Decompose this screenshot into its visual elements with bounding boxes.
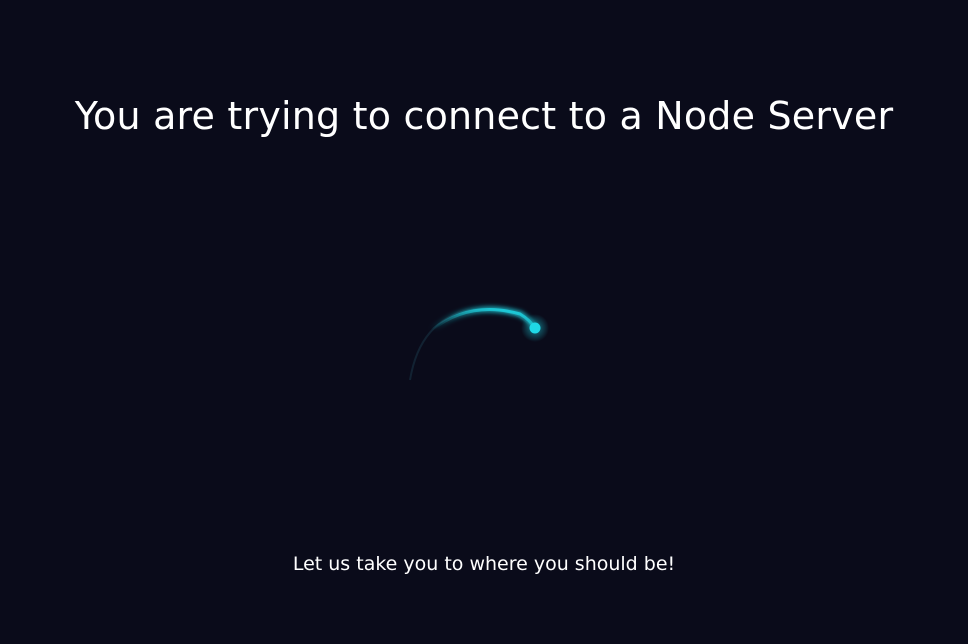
redirect-message: Let us take you to where you should be! — [292, 553, 676, 575]
spinner-trail — [409, 307, 535, 381]
redirect-page: You are trying to connect to a Node Serv… — [0, 0, 968, 644]
loading-spinner-icon — [409, 306, 549, 381]
spinner-dot — [529, 322, 541, 334]
loading-spinner — [400, 270, 570, 400]
page-title: You are trying to connect to a Node Serv… — [74, 94, 894, 138]
